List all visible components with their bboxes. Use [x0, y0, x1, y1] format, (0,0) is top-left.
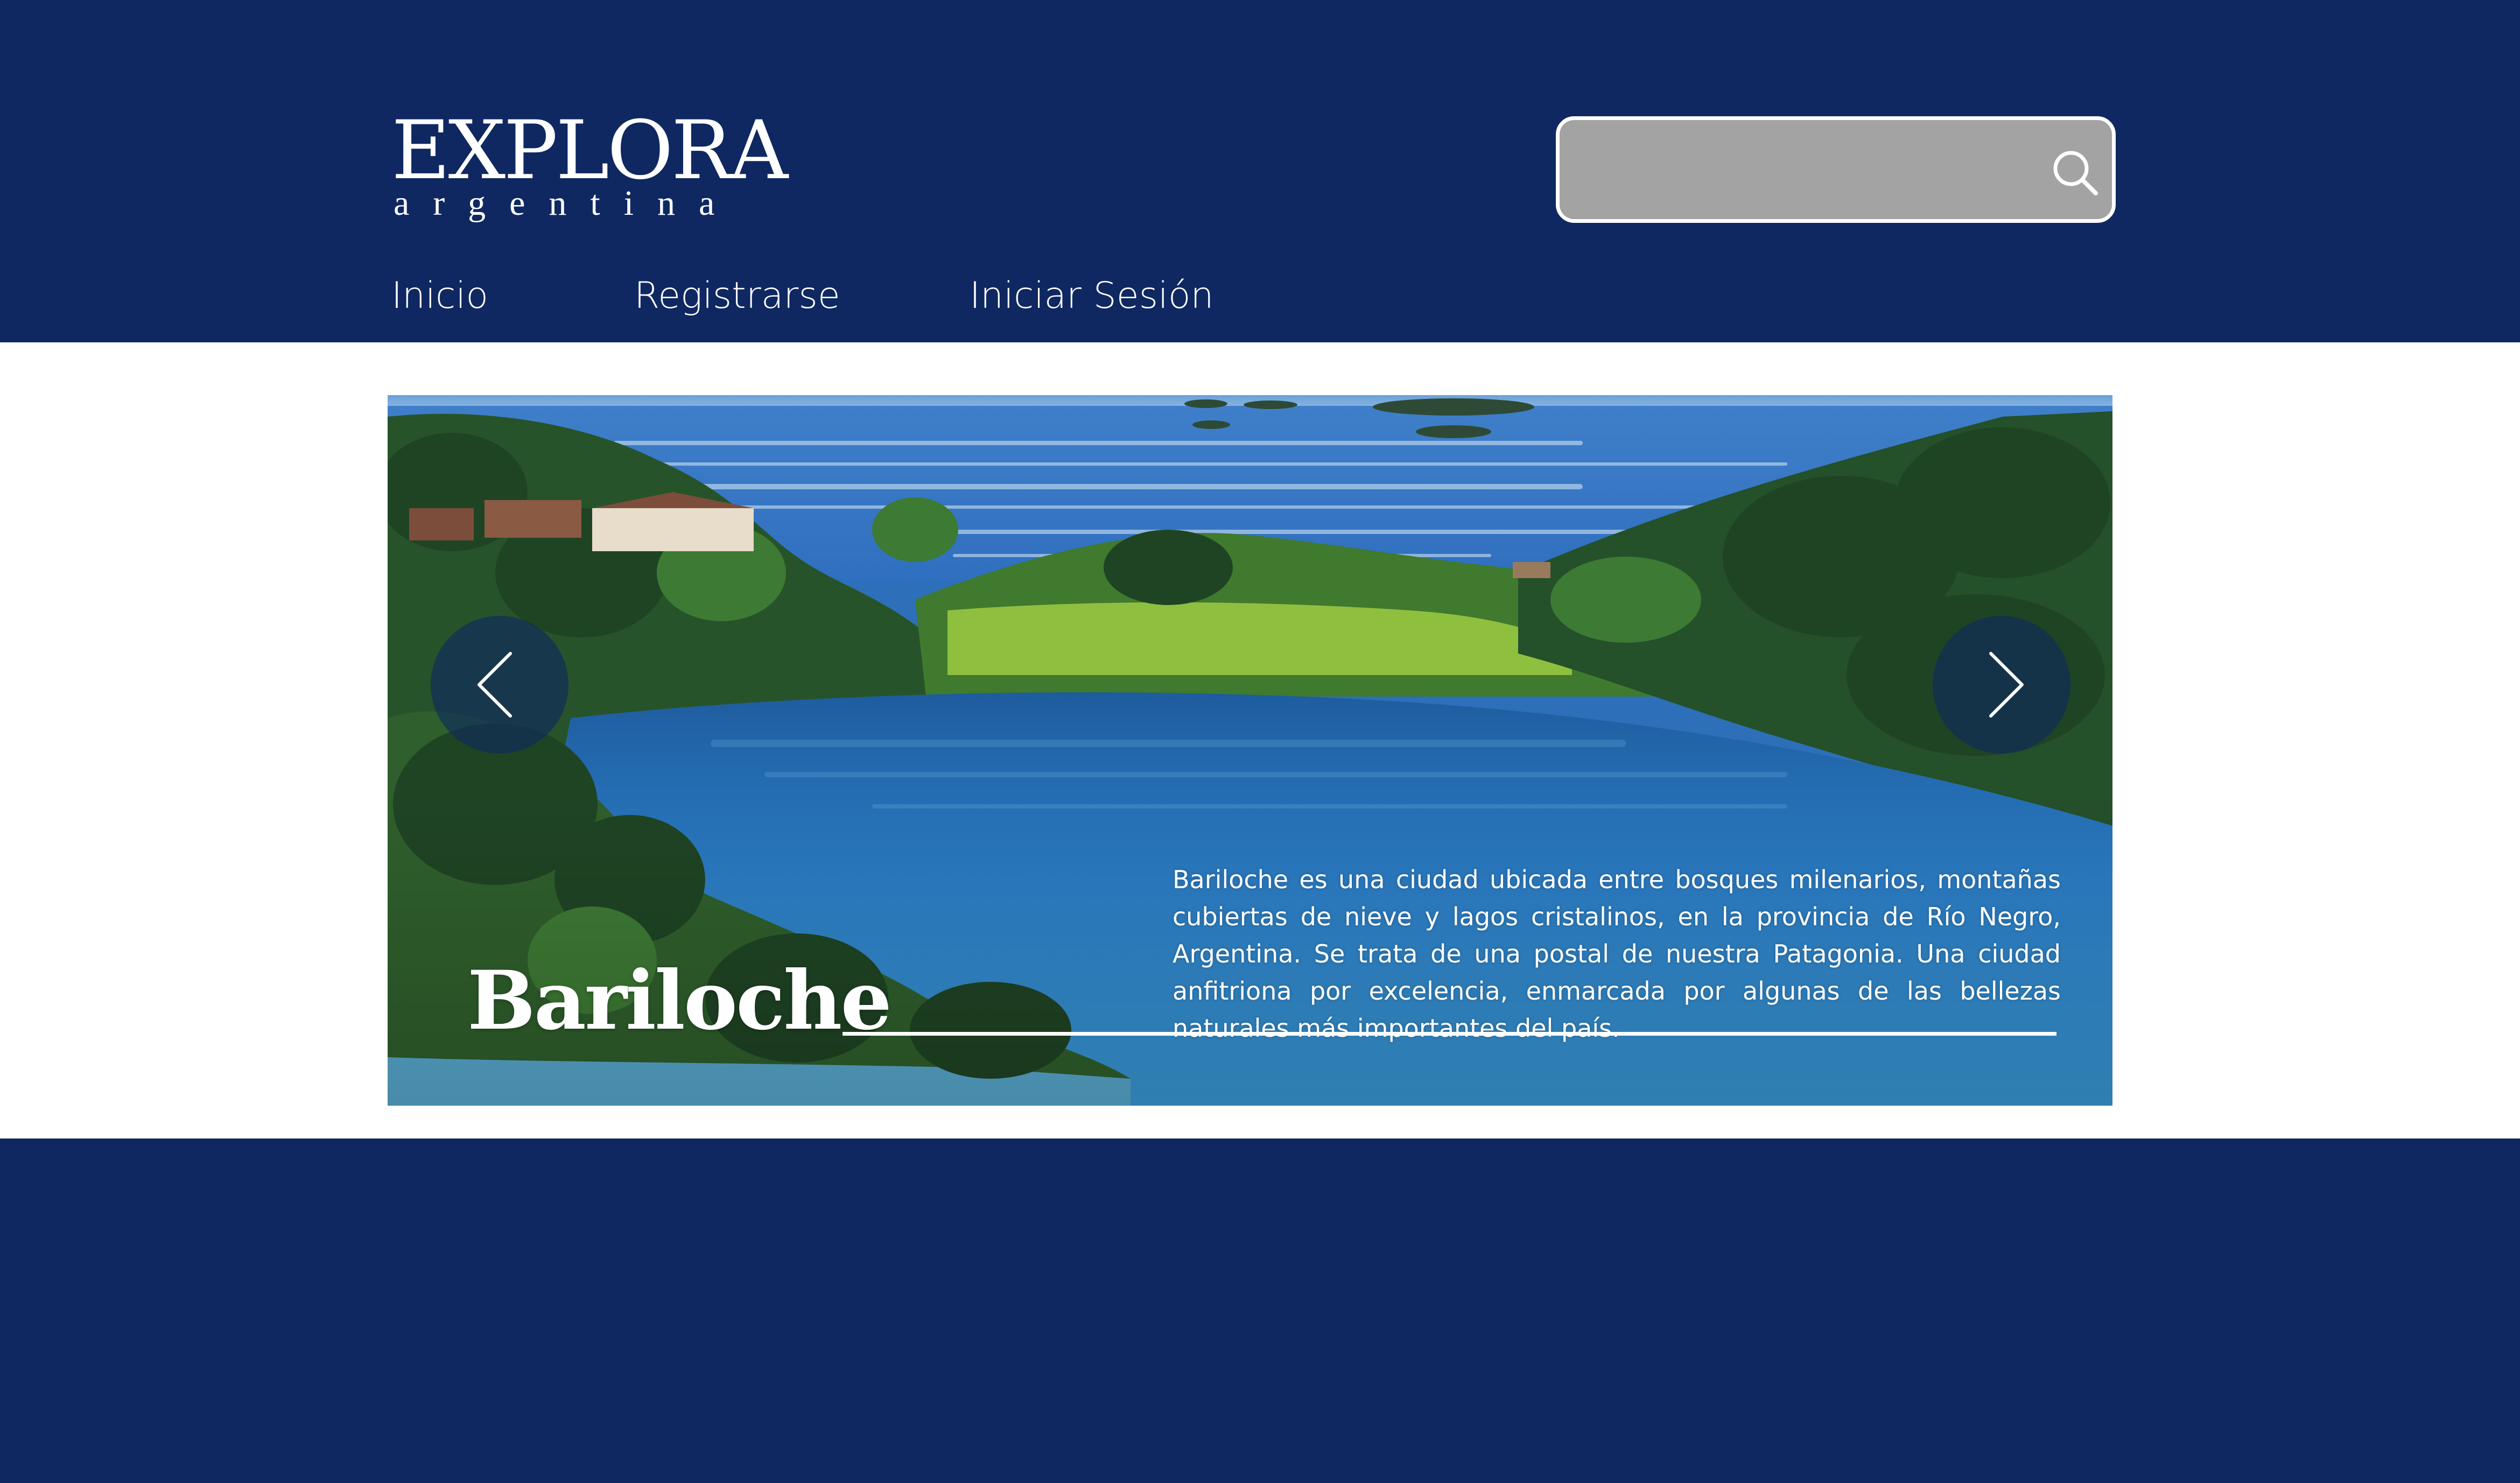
logo-wordmark: EXPLORA — [391, 104, 788, 198]
brand-logo[interactable]: EXPLORA argentina — [391, 110, 788, 229]
prev-slide-button[interactable] — [431, 616, 568, 754]
page: EXPLORA argentina Inicio Registrarse Ini… — [0, 0, 2520, 1483]
slide-divider — [843, 1032, 2056, 1036]
chevron-left-icon — [478, 652, 512, 718]
logo-subtitle: argentina — [394, 184, 739, 223]
search-bar — [1556, 116, 2116, 223]
next-slide-button[interactable] — [1933, 616, 2070, 754]
slide-title: Bariloche — [467, 953, 892, 1048]
search-input[interactable] — [1576, 131, 2019, 209]
chevron-right-icon — [1989, 652, 2024, 718]
nav-registrarse[interactable]: Registrarse — [634, 269, 840, 323]
slide-description: Bariloche es una ciudad ubicada entre bo… — [1173, 865, 2061, 1043]
search-icon[interactable] — [2049, 147, 2101, 199]
nav-inicio[interactable]: Inicio — [391, 269, 488, 323]
site-header: EXPLORA argentina Inicio Registrarse Ini… — [0, 0, 2520, 342]
site-footer — [0, 1138, 2520, 1483]
hero-slider: Bariloche es una ciudad ubicada entre bo… — [388, 395, 2112, 1106]
nav-iniciar-sesion[interactable]: Iniciar Sesión — [970, 269, 1214, 323]
